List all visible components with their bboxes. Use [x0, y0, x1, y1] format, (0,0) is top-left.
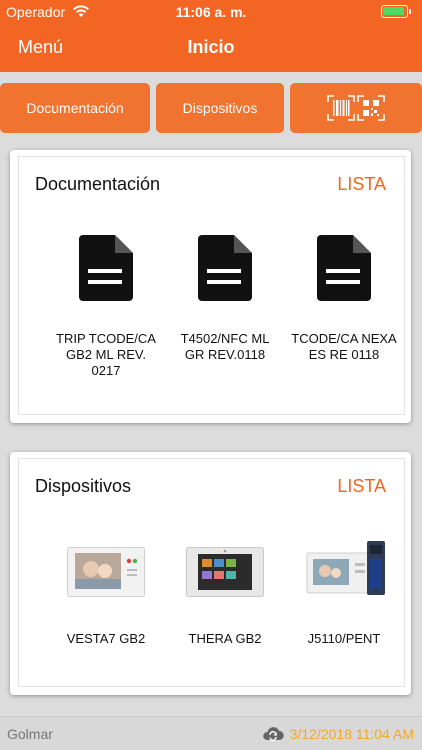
scan-button[interactable]: [290, 83, 422, 133]
footer-bar: Golmar 3/12/2018 11:04 AM: [0, 716, 422, 750]
status-time: 11:06 a. m.: [175, 4, 247, 20]
dispositivos-card-title: Dispositivos: [35, 476, 132, 496]
device-label: J5110/PENT: [307, 631, 381, 646]
cloud-sync-icon[interactable]: [262, 725, 284, 743]
documentacion-card: Documentación LISTA TRIP TCODE/CA GB2 ML…: [10, 150, 411, 423]
dispositivos-card-frame: Dispositivos LISTA VESTA7 GB2 THERA GB2 …: [18, 458, 405, 687]
documentacion-lista-link[interactable]: LISTA: [337, 174, 386, 195]
thera-monitor-image: [186, 547, 264, 597]
j5110-kit-image: [306, 541, 385, 595]
app-header: Operador 11:06 a. m. Menú Inicio: [0, 0, 422, 72]
brand-label: Golmar: [7, 726, 53, 742]
page-title: Inicio: [187, 37, 235, 57]
battery-icon: [381, 5, 411, 18]
document-icon: [317, 235, 371, 301]
vesta7-monitor-image: [67, 547, 145, 597]
documentacion-button[interactable]: Documentación: [0, 83, 150, 133]
documentacion-carousel[interactable]: TRIP TCODE/CA GB2 ML REV. 0217 T4502/NFC…: [19, 217, 404, 417]
document-label: T4502/NFC ML GR REV.0118: [180, 331, 270, 362]
last-sync-timestamp: 3/12/2018 11:04 AM: [289, 726, 414, 742]
documentacion-card-title: Documentación: [35, 174, 161, 194]
document-label: TCODE/CA NEXA ES RE 0118: [291, 331, 397, 362]
dispositivos-lista-link[interactable]: LISTA: [337, 476, 386, 497]
dispositivos-button-label: Dispositivos: [182, 100, 258, 116]
document-icon: [79, 235, 133, 301]
document-label: TRIP TCODE/CA GB2 ML REV. 0217: [56, 331, 156, 378]
device-label: THERA GB2: [188, 631, 262, 646]
barcode-qr-icon: [327, 95, 385, 121]
dispositivos-card: Dispositivos LISTA VESTA7 GB2 THERA GB2 …: [10, 452, 411, 695]
device-label: VESTA7 GB2: [66, 631, 146, 646]
dispositivos-button[interactable]: Dispositivos: [156, 83, 284, 133]
status-bar: Operador 11:06 a. m.: [0, 0, 422, 24]
documentacion-card-frame: Documentación LISTA TRIP TCODE/CA GB2 ML…: [18, 156, 405, 415]
document-icon: [198, 235, 252, 301]
dispositivos-carousel[interactable]: VESTA7 GB2 THERA GB2 J5110/PENT: [19, 529, 404, 679]
documentacion-button-label: Documentación: [26, 100, 124, 116]
